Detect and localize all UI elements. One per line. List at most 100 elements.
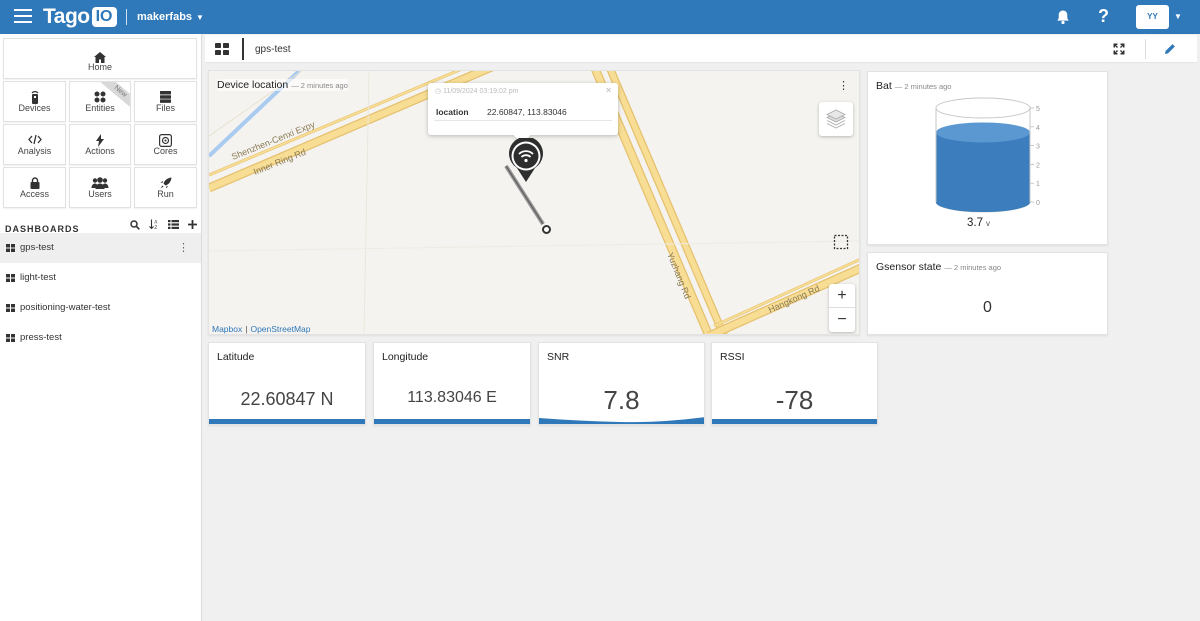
add-icon[interactable] [188,220,197,229]
snr-wave-decoration [539,417,704,424]
device-marker-icon[interactable] [506,138,546,184]
logo-badge: IO [91,7,117,27]
dashboard-item-press-test[interactable]: press-test [0,323,201,353]
rssi-widget[interactable]: RSSI -78 [711,342,878,425]
latitude-widget[interactable]: Latitude 22.60847 N [208,342,366,425]
close-icon[interactable]: ✕ [605,86,612,95]
longitude-widget[interactable]: Longitude 113.83046 E [373,342,531,425]
rocket-icon [160,177,171,189]
battery-unit: v [986,219,990,228]
kebab-menu-icon[interactable]: ⋮ [838,79,849,92]
gsensor-widget[interactable]: Gsensor state — 2 minutes ago 0 [867,252,1108,335]
widget-timestamp: — 2 minutes ago [291,81,348,90]
battery-widget[interactable]: Bat — 2 minutes ago 5 4 3 2 1 0 3.7 v [867,71,1108,245]
widget-timestamp: — 2 minutes ago [894,82,952,91]
sidebar-item-label: Access [19,189,49,199]
sidebar-item-devices[interactable]: Devices [3,81,66,122]
menu-icon[interactable] [14,9,32,25]
users-icon [91,177,109,189]
sidebar-item-run[interactable]: Run [134,167,197,208]
sidebar-item-home[interactable]: Home [3,38,197,79]
widget-accent-bar [374,419,530,424]
sidebar-item-analysis[interactable]: Analysis [3,124,66,165]
latitude-value: 22.60847 N [240,389,334,409]
bell-icon[interactable] [1055,9,1071,25]
dashboard-grid-icon [6,334,15,342]
chevron-down-icon[interactable]: ▼ [1174,12,1182,21]
header-divider [242,38,244,60]
sidebar-item-label: Actions [85,146,115,156]
svg-text:Z: Z [154,225,157,230]
sidebar-item-label: Analysis [17,146,52,156]
help-icon[interactable]: ? [1098,6,1109,27]
logo-divider [126,9,127,25]
sidebar-item-entities[interactable]: New Entities [69,81,131,122]
dashboard-header: gps-test [205,35,1197,63]
sidebar-item-label: Cores [153,146,178,156]
widget-title: SNR [547,351,570,363]
widget-title: Bat [876,80,892,92]
sort-icon[interactable]: AZ [149,219,159,230]
edit-icon[interactable] [1164,43,1176,55]
zoom-in-button[interactable]: + [829,284,855,308]
sidebar-item-label: Files [155,103,175,113]
zoom-control: + − [829,284,855,332]
zoom-out-button[interactable]: − [829,308,855,332]
sidebar-item-label: Run [157,189,174,199]
search-icon[interactable] [130,219,140,230]
widget-header: Gsensor state — 2 minutes ago [876,261,1001,273]
files-icon [160,91,171,103]
track-end-marker [542,225,551,234]
sidebar-item-access[interactable]: Access [3,167,66,208]
avatar[interactable]: YY [1136,5,1169,29]
gsensor-value: 0 [983,299,992,316]
sidebar-item-users[interactable]: Users [69,167,131,208]
dashboard-item-positioning-water-test[interactable]: positioning-water-test [0,293,201,323]
sidebar-item-label: Devices [18,103,51,113]
dashboard-item-light-test[interactable]: light-test [0,263,201,293]
snr-widget[interactable]: SNR 7.8 [538,342,705,425]
map-attribution: Mapbox | OpenStreetMap [212,324,310,334]
dashboard-grid-icon[interactable] [215,43,229,55]
sidebar-item-files[interactable]: Files [134,81,197,122]
dashboard-title: gps-test [255,44,291,55]
chevron-down-icon: ▼ [196,13,204,22]
dashboard-item-gps-test[interactable]: gps-test ⋮ [0,233,201,263]
popup-time-text: 11/09/2024 03:19:02 pm [443,88,519,95]
openstreetmap-link[interactable]: OpenStreetMap [250,324,310,334]
scale-label: 4 [1036,125,1040,132]
popup-value: 22.60847, 113.83046 [487,107,567,117]
dashboard-grid-icon [6,244,15,252]
map-widget[interactable]: Shenzhen-Cenxi Expy Inner Ring Rd Yuzhan… [208,70,860,335]
dashboard-grid-icon [6,274,15,282]
dashboards-header: DASHBOARDS AZ [5,219,197,234]
logo[interactable]: Tago IO [43,5,117,28]
select-area-icon[interactable] [833,234,849,250]
map-layers-button[interactable] [819,102,853,136]
scale-label: 5 [1036,106,1040,113]
entities-icon [94,91,106,103]
widget-title: RSSI [720,351,745,363]
svg-text:A: A [154,220,158,226]
sidebar-item-cores[interactable]: Cores [134,124,197,165]
popup-key: location [436,107,469,117]
account-selector[interactable]: makerfabs ▼ [137,11,204,23]
list-view-icon[interactable] [168,220,179,229]
battery-fill-surface [936,122,1030,143]
dashboard-item-label: light-test [20,272,56,283]
battery-tank-gauge: 5 4 3 2 1 0 [935,97,1040,213]
code-icon [27,134,42,145]
popup-divider [434,120,612,121]
sidebar-item-actions[interactable]: Actions [69,124,131,165]
battery-value: 3.7 [967,217,983,229]
scale-label: 0 [1036,200,1040,207]
kebab-menu-icon[interactable]: ⋮ [178,241,189,254]
location-popup: ◷ 11/09/2024 03:19:02 pm ✕ location 22.6… [428,83,618,144]
mapbox-link[interactable]: Mapbox [212,324,242,334]
scale-label: 1 [1036,181,1040,188]
popup-timestamp: ◷ 11/09/2024 03:19:02 pm [435,88,519,95]
widget-header: Bat — 2 minutes ago [876,80,951,92]
fullscreen-icon[interactable] [1113,43,1125,55]
widget-accent-bar [712,419,877,424]
sidebar: Home Devices New Entities Files Analysis… [0,34,202,621]
